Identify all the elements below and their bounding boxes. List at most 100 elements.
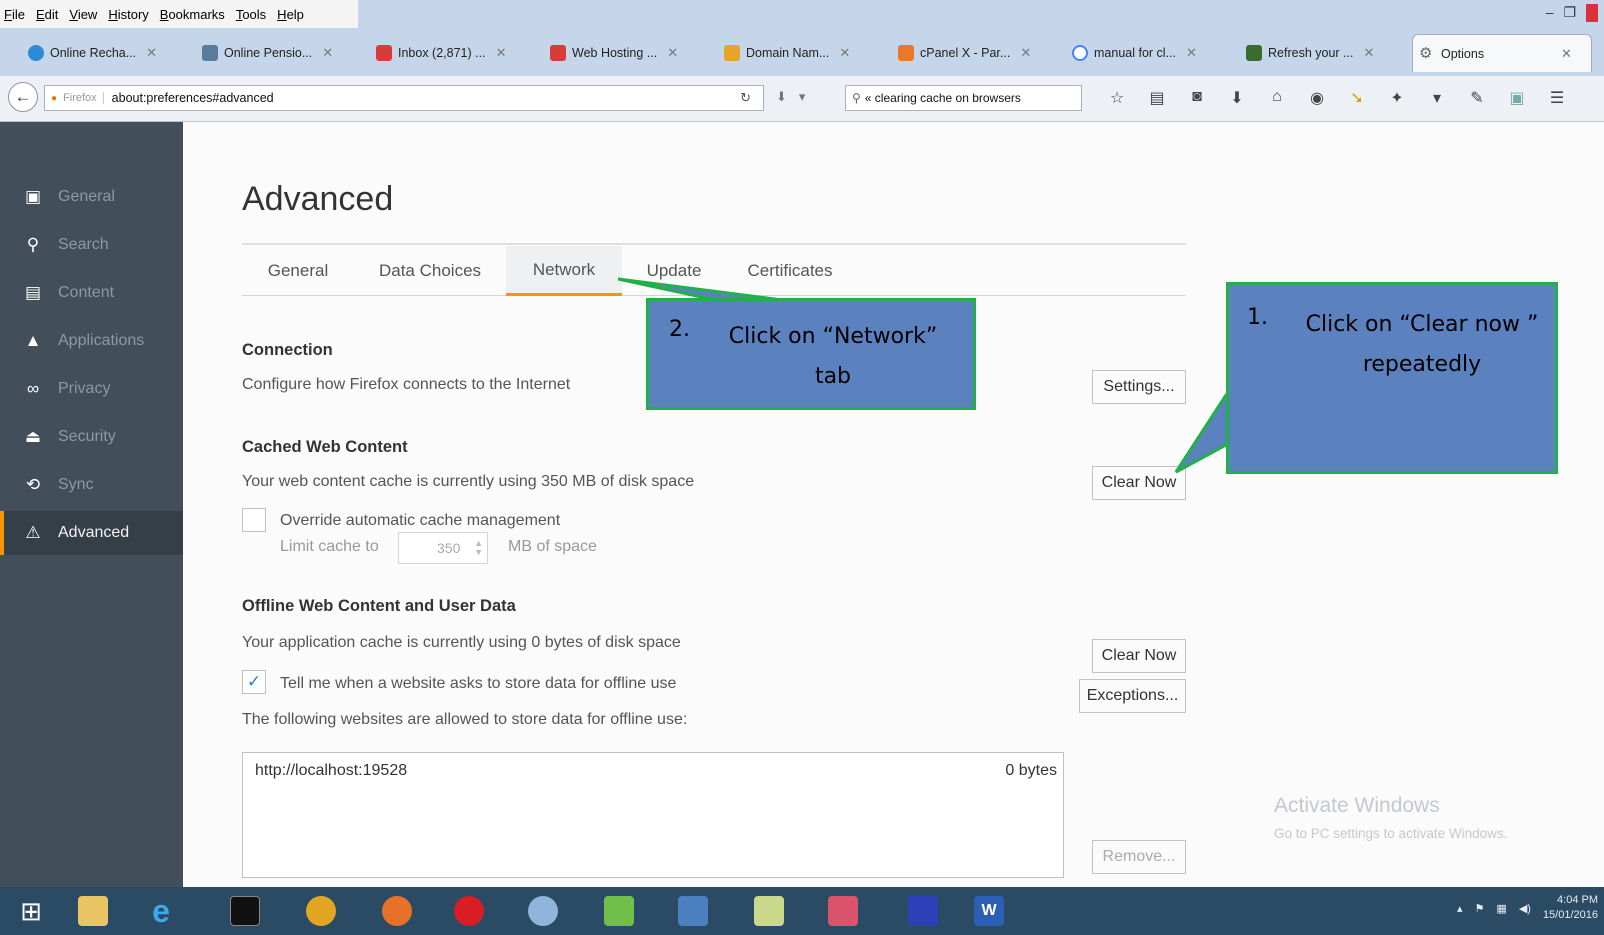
tab-online-pension[interactable]: Online Pensio... ✕ — [196, 38, 356, 68]
back-button[interactable]: ← — [8, 82, 38, 112]
activate-windows-watermark: Activate Windows Go to PC settings to ac… — [1274, 794, 1508, 841]
subtab-general[interactable]: General — [242, 246, 354, 296]
sidebar-item-security[interactable]: ⏏ Security — [0, 415, 183, 459]
firefox-icon — [382, 896, 412, 926]
pointer-icon[interactable]: ➘ — [1337, 88, 1377, 108]
menu-file[interactable]: File — [4, 7, 25, 22]
taskbar-stats-app[interactable] — [814, 891, 872, 931]
volume-icon[interactable]: ◀) — [1519, 902, 1531, 915]
close-tab-icon[interactable]: ✕ — [1020, 45, 1031, 61]
downloads-icon[interactable]: ⬇ — [1217, 88, 1257, 108]
taskbar-internet-explorer[interactable]: e — [132, 891, 190, 931]
browser-chrome: File Edit View History Bookmarks Tools H… — [0, 0, 1604, 122]
sidebar-item-general[interactable]: ▣ General — [0, 175, 183, 219]
clock[interactable]: 4:04 PM 15/01/2016 — [1543, 893, 1598, 923]
pocket-icon[interactable]: ◙ — [1177, 88, 1217, 108]
subtab-network[interactable]: Network — [506, 246, 622, 296]
taskbar-virtualbox[interactable] — [514, 891, 572, 931]
dropdown-icon[interactable]: ▾ — [799, 89, 806, 105]
sidebar-item-advanced[interactable]: ⚠ Advanced — [0, 511, 183, 555]
flag-icon[interactable]: ⚑ — [1475, 902, 1485, 915]
clear-cache-button[interactable]: Clear Now — [1092, 466, 1186, 500]
tab-domain-name[interactable]: Domain Nam... ✕ — [718, 38, 878, 68]
close-tab-icon[interactable]: ✕ — [1561, 46, 1572, 62]
taskbar-network-app[interactable] — [664, 891, 722, 931]
taskbar-firefox[interactable] — [368, 891, 426, 931]
network-icon[interactable]: ▦ — [1496, 902, 1506, 915]
pin-icon[interactable]: ✎ — [1457, 88, 1497, 108]
sidebar-item-applications[interactable]: ▲ Applications — [0, 319, 183, 363]
search-text[interactable]: « clearing cache on browsers — [865, 91, 1021, 105]
tell-offline-label[interactable]: Tell me when a website asks to store dat… — [280, 675, 676, 693]
url-text[interactable]: about:preferences#advanced — [112, 91, 274, 105]
offline-sites-list[interactable]: http://localhost:19528 0 bytes — [242, 752, 1064, 878]
close-tab-icon[interactable]: ✕ — [1363, 45, 1374, 61]
tab-web-hosting[interactable]: Web Hosting ... ✕ — [544, 38, 704, 68]
download-arrow-icon[interactable]: ⬇ — [776, 89, 787, 105]
limit-cache-input[interactable]: 350 ▲ ▼ — [398, 532, 488, 564]
override-cache-label[interactable]: Override automatic cache management — [280, 512, 560, 530]
tab-inbox[interactable]: Inbox (2,871) ... ✕ — [370, 38, 530, 68]
taskbar-chart-app[interactable] — [740, 891, 798, 931]
tab-refresh[interactable]: Refresh your ... ✕ — [1240, 38, 1400, 68]
taskbar-media-player[interactable] — [590, 891, 648, 931]
tab-options[interactable]: ⚙ Options ✕ — [1412, 34, 1592, 72]
bookmarks-list-icon[interactable]: ▤ — [1137, 88, 1177, 108]
media-player-icon — [604, 896, 634, 926]
tab-cpanel[interactable]: cPanel X - Par... ✕ — [892, 38, 1052, 68]
taskbar-word[interactable]: W — [960, 891, 1018, 931]
list-item[interactable]: http://localhost:19528 0 bytes — [243, 753, 1063, 789]
close-tab-icon[interactable]: ✕ — [496, 45, 507, 61]
menu-help[interactable]: Help — [277, 7, 304, 22]
taskbar-paint-app[interactable] — [894, 891, 952, 931]
maximize-button[interactable]: ❐ — [1563, 4, 1576, 22]
taskbar-chrome[interactable] — [292, 891, 350, 931]
subtab-update[interactable]: Update — [622, 246, 726, 296]
tab-google-search[interactable]: manual for cl... ✕ — [1066, 38, 1226, 68]
sidebar-item-content[interactable]: ▤ Content — [0, 271, 183, 315]
sidebar-item-search[interactable]: ⚲ Search — [0, 223, 183, 267]
taskbar-opera[interactable] — [440, 891, 498, 931]
close-tab-icon[interactable]: ✕ — [322, 45, 333, 61]
menu-tools[interactable]: Tools — [236, 7, 266, 22]
tab-online-recharge[interactable]: Online Recha... ✕ — [22, 38, 182, 68]
dropdown-arrow-icon[interactable]: ▾ — [1417, 88, 1457, 108]
addon-icon[interactable]: ✦ — [1377, 88, 1417, 108]
folder-icon — [78, 896, 108, 926]
tell-offline-checkbox[interactable]: ✓ — [242, 670, 266, 694]
search-bar[interactable]: ⚲ « clearing cache on browsers — [845, 85, 1082, 111]
minimize-button[interactable]: – — [1546, 4, 1554, 22]
bookmark-star-icon[interactable]: ☆ — [1097, 88, 1137, 108]
connection-settings-button[interactable]: Settings... — [1092, 370, 1186, 404]
menu-bookmarks[interactable]: Bookmarks — [160, 7, 225, 22]
close-tab-icon[interactable]: ✕ — [667, 45, 678, 61]
spinner-arrows-icon[interactable]: ▲ ▼ — [474, 539, 483, 557]
exceptions-button[interactable]: Exceptions... — [1079, 679, 1186, 713]
close-window-button[interactable] — [1586, 4, 1598, 22]
instruction-callout-clear-now: 1. Click on “Clear now ” repeatedly — [1226, 282, 1558, 474]
taskbar-command-prompt[interactable] — [216, 891, 274, 931]
sidebar-item-sync[interactable]: ⟲ Sync — [0, 463, 183, 507]
subtab-data-choices[interactable]: Data Choices — [354, 246, 506, 296]
remove-site-button[interactable]: Remove... — [1092, 840, 1186, 874]
subtab-certificates[interactable]: Certificates — [726, 246, 854, 296]
url-bar[interactable]: ● Firefox about:preferences#advanced ↻ — [44, 85, 764, 111]
menu-edit[interactable]: Edit — [36, 7, 58, 22]
reader-icon[interactable]: ▣ — [1497, 88, 1537, 108]
security-icon: ⏏ — [24, 427, 42, 446]
menu-icon[interactable]: ☰ — [1537, 88, 1577, 108]
tray-expand-icon[interactable]: ▴ — [1457, 902, 1463, 915]
reload-icon[interactable]: ↻ — [740, 90, 751, 106]
sidebar-item-privacy[interactable]: ∞ Privacy — [0, 367, 183, 411]
override-cache-checkbox[interactable] — [242, 508, 266, 532]
close-tab-icon[interactable]: ✕ — [1186, 45, 1197, 61]
taskbar-file-explorer[interactable] — [64, 891, 122, 931]
start-button[interactable]: ⊞ — [2, 891, 60, 931]
menu-view[interactable]: View — [69, 7, 97, 22]
close-tab-icon[interactable]: ✕ — [839, 45, 850, 61]
clear-offline-button[interactable]: Clear Now — [1092, 639, 1186, 673]
home-icon[interactable]: ⌂ — [1257, 88, 1297, 108]
menu-history[interactable]: History — [108, 7, 148, 22]
close-tab-icon[interactable]: ✕ — [146, 45, 157, 61]
chat-icon[interactable]: ◉ — [1297, 88, 1337, 108]
